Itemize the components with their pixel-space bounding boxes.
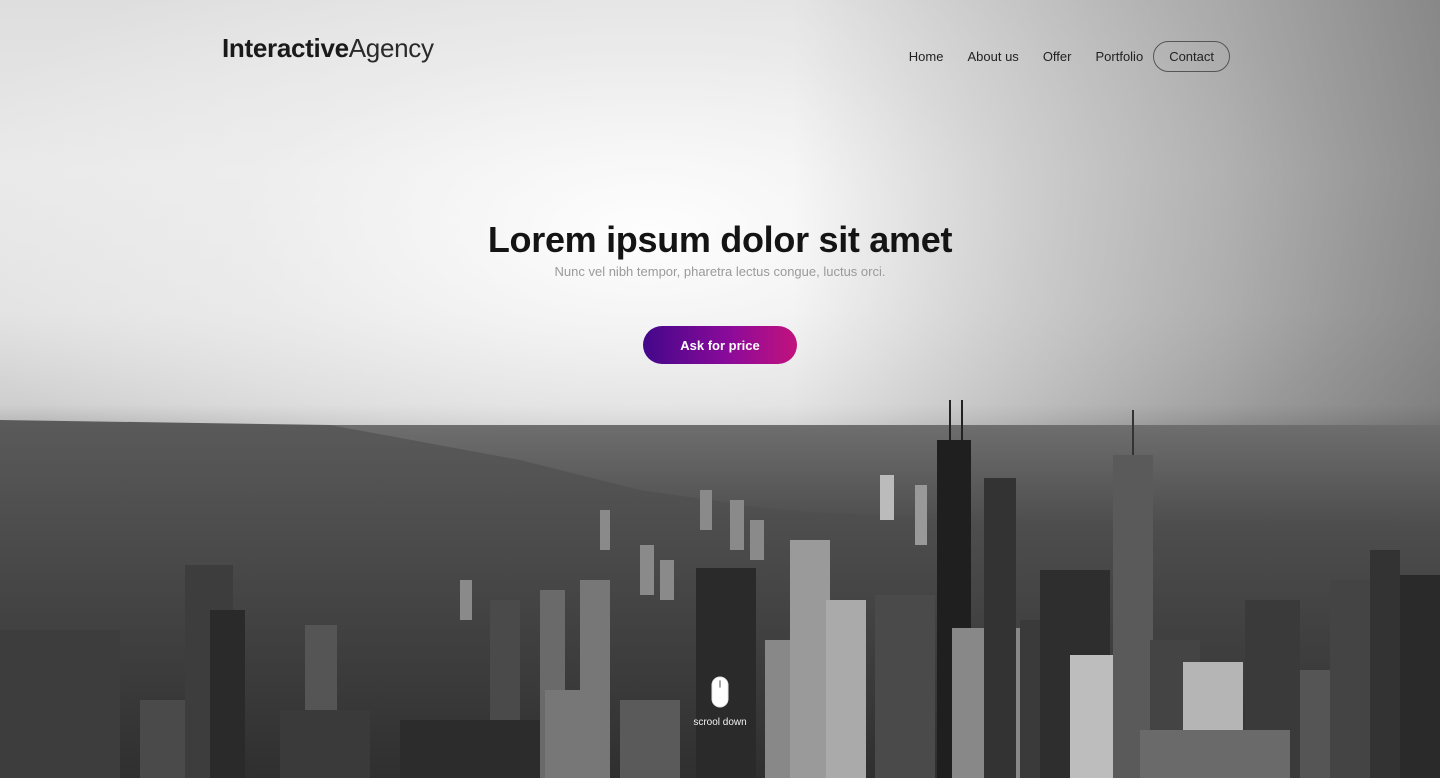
mouse-icon <box>711 676 729 708</box>
scroll-down-indicator[interactable]: scrool down <box>680 676 760 728</box>
ask-for-price-button[interactable]: Ask for price <box>643 326 797 364</box>
site-header: InteractiveAgency Home About us Offer Po… <box>222 32 1230 76</box>
hero-title: Lorem ipsum dolor sit amet <box>487 219 953 260</box>
logo-bold-text: Interactive <box>222 33 349 63</box>
nav-link-contact-button[interactable]: Contact <box>1153 41 1230 72</box>
logo-light-text: Agency <box>348 33 434 63</box>
brand-logo[interactable]: InteractiveAgency <box>222 32 434 64</box>
nav-link-offer[interactable]: Offer <box>1043 42 1072 72</box>
nav-link-portfolio[interactable]: Portfolio <box>1095 42 1143 72</box>
nav-link-home[interactable]: Home <box>909 42 944 72</box>
nav-link-about-us[interactable]: About us <box>967 42 1018 72</box>
main-navigation: Home About us Offer Portfolio Contact <box>885 41 1230 72</box>
scroll-down-label: scrool down <box>693 717 747 728</box>
hero-subtitle: Nunc vel nibh tempor, pharetra lectus co… <box>554 264 886 279</box>
hero-section: InteractiveAgency Home About us Offer Po… <box>0 0 1440 778</box>
